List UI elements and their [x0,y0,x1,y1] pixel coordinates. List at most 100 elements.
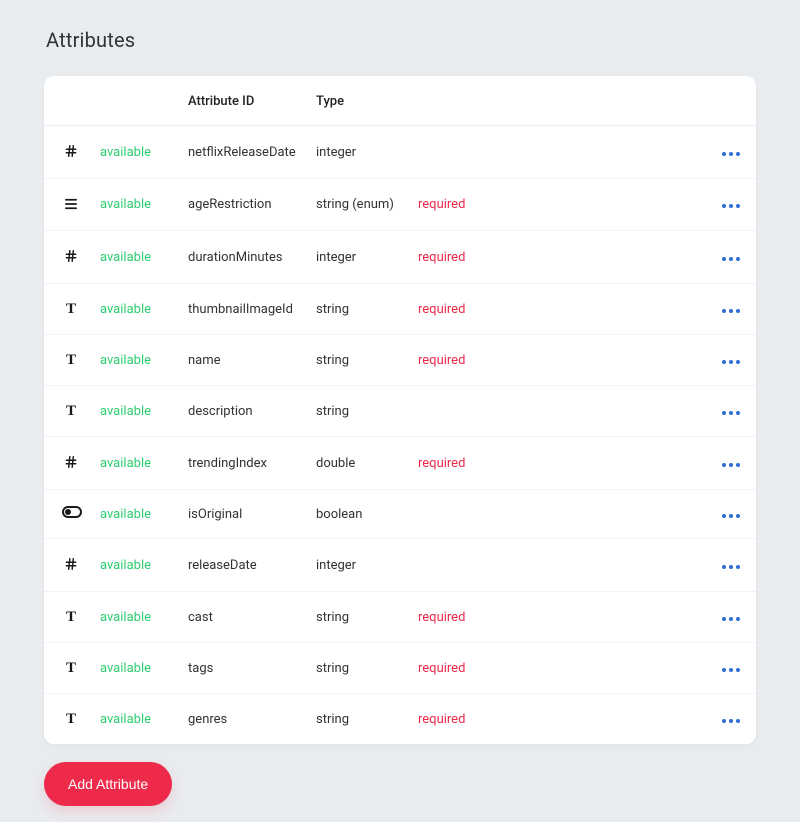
required-badge: required [418,302,465,317]
type-icon-cell: T [44,386,92,437]
row-actions-button[interactable] [720,664,742,676]
hash-icon [62,453,80,471]
hash-icon [62,142,80,160]
required-cell [410,490,712,539]
attribute-id-cell: genres [180,694,308,745]
actions-cell [712,592,756,643]
row-actions-button[interactable] [720,561,742,573]
status-cell: available [92,592,180,643]
col-header-type: Type [308,76,410,126]
enum-icon [62,195,80,213]
attribute-id-cell: name [180,335,308,386]
attribute-id-cell: isOriginal [180,490,308,539]
attribute-id-cell: ageRestriction [180,179,308,231]
text-icon: T [62,659,80,677]
status-cell: available [92,643,180,694]
type-icon-cell [44,126,92,179]
row-actions-button[interactable] [720,356,742,368]
actions-cell [712,643,756,694]
required-badge: required [418,353,465,368]
row-actions-button[interactable] [720,148,742,160]
type-cell: string [308,284,410,335]
attribute-id-cell: description [180,386,308,437]
row-actions-button[interactable] [720,253,742,265]
attributes-card: Attribute ID Type available netflixRelea… [44,76,756,744]
status-cell: available [92,539,180,592]
status-badge: available [100,250,151,265]
status-badge: available [100,507,151,522]
row-actions-button[interactable] [720,510,742,522]
status-cell: available [92,284,180,335]
table-row: T available thumbnailImageId string requ… [44,284,756,335]
attribute-id-cell: thumbnailImageId [180,284,308,335]
actions-cell [712,437,756,490]
type-icon-cell [44,539,92,592]
required-badge: required [418,661,465,676]
table-row: T available tags string required [44,643,756,694]
required-badge: required [418,250,465,265]
status-cell: available [92,694,180,745]
type-cell: string [308,643,410,694]
hash-icon [62,247,80,265]
actions-cell [712,539,756,592]
actions-cell [712,179,756,231]
required-cell: required [410,231,712,284]
page-title: Attributes [46,28,756,52]
type-icon-cell: T [44,335,92,386]
required-cell [410,126,712,179]
add-attribute-button[interactable]: Add Attribute [44,762,172,806]
attribute-id-cell: durationMinutes [180,231,308,284]
status-cell: available [92,126,180,179]
table-row: available isOriginal boolean [44,490,756,539]
table-row: T available name string required [44,335,756,386]
row-actions-button[interactable] [720,407,742,419]
actions-cell [712,284,756,335]
required-cell: required [410,694,712,745]
attributes-table: Attribute ID Type available netflixRelea… [44,76,756,744]
table-row: T available cast string required [44,592,756,643]
required-cell [410,386,712,437]
text-icon: T [62,710,80,728]
type-cell: integer [308,126,410,179]
table-row: T available description string [44,386,756,437]
status-badge: available [100,712,151,727]
required-cell: required [410,179,712,231]
required-cell: required [410,643,712,694]
status-badge: available [100,404,151,419]
actions-cell [712,335,756,386]
type-cell: integer [308,231,410,284]
row-actions-button[interactable] [720,715,742,727]
status-cell: available [92,179,180,231]
type-icon-cell: T [44,592,92,643]
table-row: available durationMinutes integer requir… [44,231,756,284]
type-icon-cell: T [44,643,92,694]
status-badge: available [100,145,151,160]
type-cell: integer [308,539,410,592]
col-header-actions [712,76,756,126]
row-actions-button[interactable] [720,613,742,625]
required-cell: required [410,437,712,490]
col-header-status [92,76,180,126]
type-icon-cell [44,231,92,284]
text-icon: T [62,351,80,369]
row-actions-button[interactable] [720,459,742,471]
type-cell: string [308,386,410,437]
type-cell: boolean [308,490,410,539]
type-icon-cell [44,437,92,490]
actions-cell [712,694,756,745]
required-badge: required [418,456,465,471]
attribute-id-cell: trendingIndex [180,437,308,490]
status-badge: available [100,456,151,471]
required-cell [410,539,712,592]
status-badge: available [100,302,151,317]
row-actions-button[interactable] [720,200,742,212]
table-row: available releaseDate integer [44,539,756,592]
actions-bar: Add Attribute [44,762,756,806]
type-cell: string (enum) [308,179,410,231]
row-actions-button[interactable] [720,305,742,317]
type-icon-cell: T [44,284,92,335]
type-icon-cell [44,490,92,539]
actions-cell [712,126,756,179]
col-header-attribute-id: Attribute ID [180,76,308,126]
type-icon-cell [44,179,92,231]
